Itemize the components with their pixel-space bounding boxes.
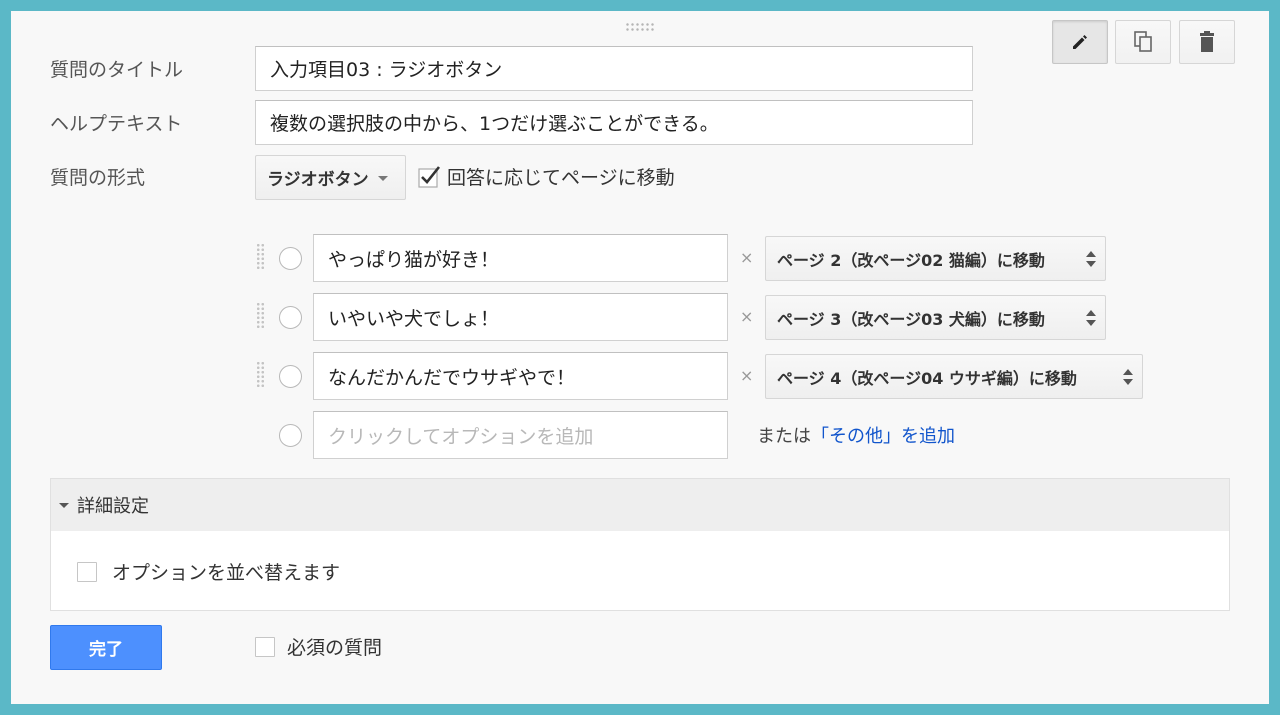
checkmark-icon bbox=[418, 166, 441, 188]
question-type-value: ラジオボタン bbox=[267, 170, 369, 190]
duplicate-button[interactable] bbox=[1115, 20, 1171, 64]
question-drag-handle-icon[interactable] bbox=[625, 22, 655, 32]
edit-button[interactable] bbox=[1052, 20, 1108, 64]
goto-page-label: 回答に応じてページに移動 bbox=[447, 167, 675, 189]
required-checkbox[interactable] bbox=[255, 637, 275, 657]
option-radio bbox=[279, 365, 302, 388]
add-option-radio bbox=[279, 424, 302, 447]
option-drag-handle-icon[interactable] bbox=[256, 361, 265, 389]
updown-arrows-icon bbox=[1086, 251, 1096, 267]
option-drag-handle-icon[interactable] bbox=[256, 302, 265, 330]
delete-button[interactable] bbox=[1179, 20, 1235, 64]
option-input-3[interactable]: なんだかんだでウサギやで！ bbox=[313, 352, 728, 400]
caret-down-icon bbox=[59, 502, 69, 508]
question-type-label: 質問の形式 bbox=[50, 167, 146, 189]
option-radio bbox=[279, 247, 302, 270]
option-goto-value-1: ページ 2（改ページ02 猫編）に移動 bbox=[777, 250, 1045, 270]
updown-arrows-icon bbox=[1086, 310, 1096, 326]
add-other-link[interactable]: 「その他」を追加 bbox=[811, 426, 955, 447]
help-text-input[interactable]: 複数の選択肢の中から、1つだけ選ぶことができる。 bbox=[255, 100, 973, 145]
shuffle-options-checkbox[interactable] bbox=[77, 562, 97, 582]
chevron-down-icon bbox=[377, 176, 388, 181]
remove-option-1-icon[interactable]: × bbox=[740, 248, 753, 267]
option-input-2[interactable]: いやいや犬でしょ！ bbox=[313, 293, 728, 341]
shuffle-options-label: オプションを並べ替えます bbox=[112, 562, 341, 584]
trash-icon bbox=[1200, 31, 1214, 52]
option-input-1[interactable]: やっぱり猫が好き！ bbox=[313, 234, 728, 282]
pencil-icon bbox=[1073, 35, 1087, 49]
advanced-settings-title: 詳細設定 bbox=[77, 496, 149, 517]
option-radio bbox=[279, 306, 302, 329]
option-goto-value-3: ページ 4（改ページ04 ウサギ編）に移動 bbox=[777, 368, 1077, 388]
remove-option-3-icon[interactable]: × bbox=[740, 366, 753, 385]
option-goto-select-1[interactable]: ページ 2（改ページ02 猫編）に移動 bbox=[765, 236, 1106, 281]
option-goto-select-2[interactable]: ページ 3（改ページ03 犬編）に移動 bbox=[765, 295, 1106, 340]
advanced-settings-toggle[interactable]: 詳細設定 bbox=[50, 478, 1230, 532]
question-type-select[interactable]: ラジオボタン bbox=[255, 155, 406, 200]
option-goto-select-3[interactable]: ページ 4（改ページ04 ウサギ編）に移動 bbox=[765, 354, 1143, 399]
add-option-input[interactable]: クリックしてオプションを追加 bbox=[313, 411, 728, 459]
remove-option-2-icon[interactable]: × bbox=[740, 307, 753, 326]
title-input[interactable]: 入力項目03 : ラジオボタン bbox=[255, 46, 973, 91]
add-other-row: または「その他」を追加 bbox=[757, 422, 955, 448]
add-other-prefix: または bbox=[757, 426, 811, 447]
question-editor-panel: 質問のタイトル 入力項目03 : ラジオボタン ヘルプテキスト 複数の選択肢の中… bbox=[11, 11, 1269, 704]
done-button[interactable]: 完了 bbox=[50, 625, 162, 670]
title-label: 質問のタイトル bbox=[50, 59, 184, 81]
option-drag-handle-icon[interactable] bbox=[256, 243, 265, 271]
help-text-label: ヘルプテキスト bbox=[50, 113, 183, 135]
updown-arrows-icon bbox=[1123, 369, 1133, 385]
required-label: 必須の質問 bbox=[287, 637, 383, 659]
goto-page-checkbox[interactable] bbox=[418, 166, 441, 188]
option-goto-value-2: ページ 3（改ページ03 犬編）に移動 bbox=[777, 309, 1045, 329]
duplicate-icon bbox=[1134, 31, 1152, 52]
